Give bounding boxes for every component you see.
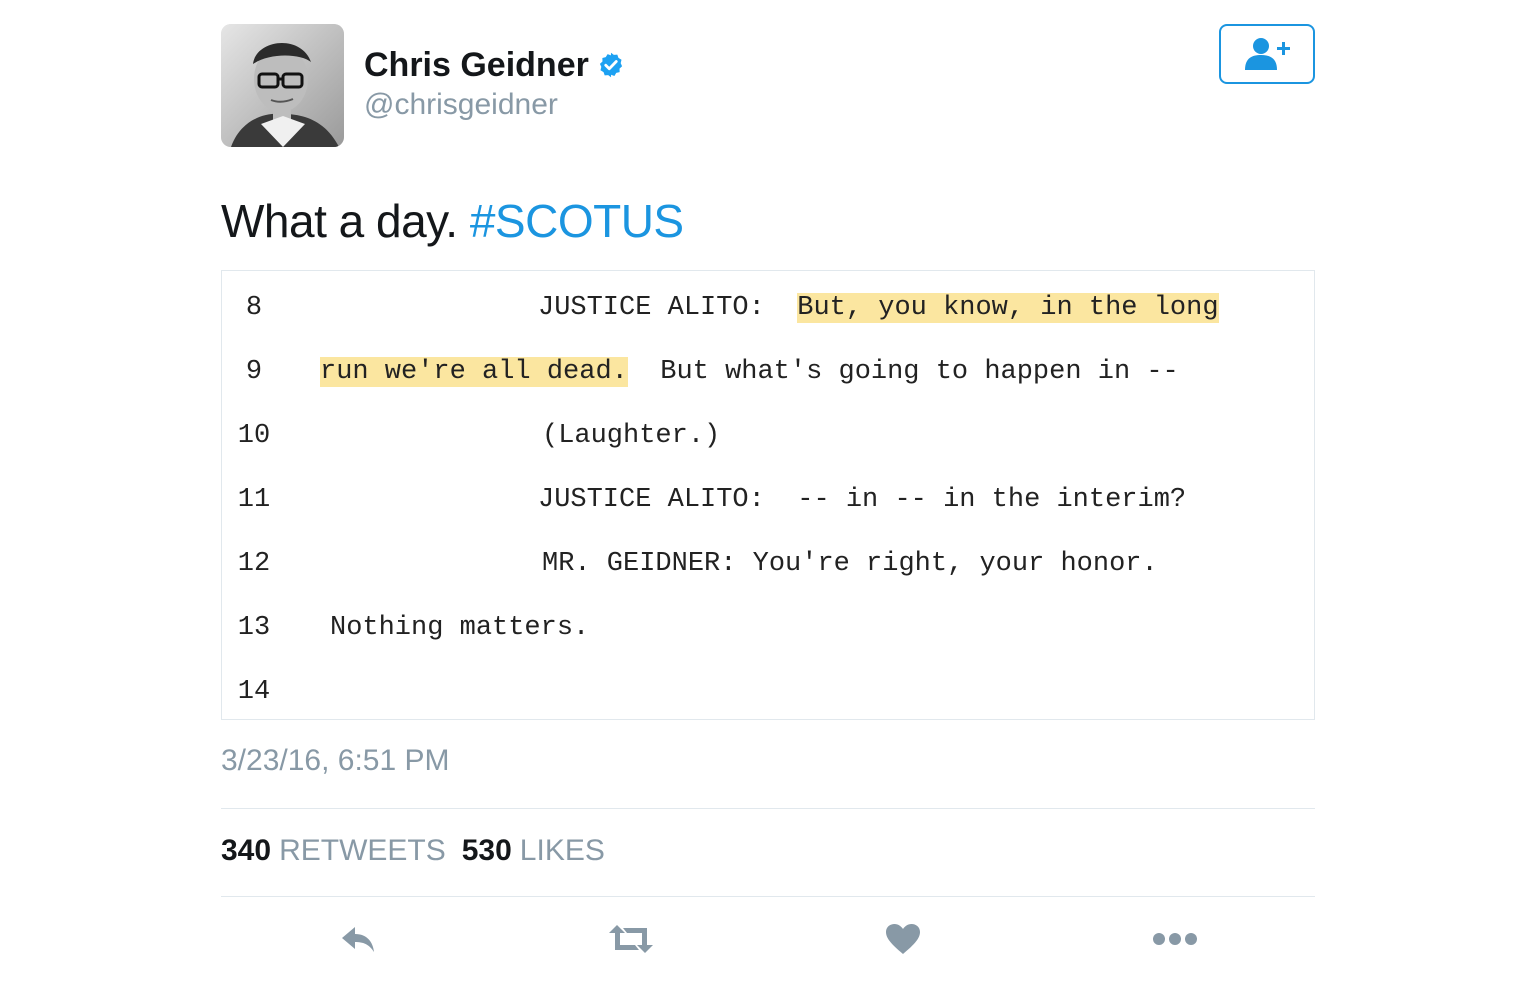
display-name-row[interactable]: Chris Geidner bbox=[364, 44, 625, 86]
line-text-part: Nothing matters. bbox=[330, 613, 590, 643]
more-button[interactable] bbox=[1145, 914, 1205, 964]
transcript-line: 12 MR. GEIDNER: You're right, your honor. bbox=[222, 533, 1314, 597]
transcript-line: 14 bbox=[222, 661, 1314, 719]
line-text-part: JUSTICE ALITO: bbox=[538, 293, 798, 323]
heart-icon bbox=[886, 924, 920, 954]
divider bbox=[221, 808, 1315, 809]
line-text-part: But what's going to happen in -- bbox=[627, 357, 1179, 387]
tweet-timestamp[interactable]: 3/23/16, 6:51 PM bbox=[221, 744, 450, 778]
line-number: 12 bbox=[237, 549, 271, 579]
retweets-label: RETWEETS bbox=[279, 834, 446, 867]
line-number: 11 bbox=[237, 485, 271, 515]
tweet-body: What a day. bbox=[221, 195, 458, 247]
likes-label: LIKES bbox=[519, 834, 605, 867]
tweet-stats: 340 RETWEETS 530 LIKES bbox=[221, 834, 621, 868]
retweets-stat[interactable]: 340 RETWEETS bbox=[221, 834, 446, 868]
follow-user-icon bbox=[1245, 38, 1290, 70]
tweet-text: What a day. #SCOTUS bbox=[221, 194, 684, 248]
line-text: run we're all dead. But what's going to … bbox=[320, 357, 1179, 387]
line-text: JUSTICE ALITO: But, you know, in the lon… bbox=[538, 293, 1219, 323]
transcript-line: 11 JUSTICE ALITO: -- in -- in the interim… bbox=[222, 469, 1314, 533]
user-name-block: Chris Geidner @chrisgeidner bbox=[364, 44, 625, 122]
likes-stat[interactable]: 530 LIKES bbox=[462, 834, 605, 868]
line-text-part: JUSTICE ALITO: -- in -- in the interim? bbox=[538, 485, 1187, 515]
transcript-line: 9 run we're all dead. But what's going to… bbox=[222, 341, 1314, 405]
line-number: 13 bbox=[237, 613, 271, 643]
line-text-part: MR. GEIDNER: You're right, your honor. bbox=[542, 549, 1158, 579]
reply-icon bbox=[342, 927, 374, 952]
transcript-image[interactable]: 8 JUSTICE ALITO: But, you know, in the lo… bbox=[221, 270, 1315, 720]
line-number: 14 bbox=[237, 677, 271, 707]
transcript-line: 8 JUSTICE ALITO: But, you know, in the lo… bbox=[222, 277, 1314, 341]
reply-button[interactable] bbox=[329, 914, 389, 964]
line-number: 9 bbox=[245, 357, 263, 387]
transcript-line: 13 Nothing matters. bbox=[222, 597, 1314, 661]
line-number: 8 bbox=[245, 293, 263, 323]
line-text: (Laughter.) bbox=[542, 421, 720, 451]
retweet-icon bbox=[609, 925, 653, 953]
like-button[interactable] bbox=[873, 914, 933, 964]
user-photo-avatar-icon bbox=[221, 24, 344, 147]
avatar[interactable] bbox=[221, 24, 344, 147]
more-dots-icon bbox=[1153, 933, 1197, 945]
hashtag-link[interactable]: #SCOTUS bbox=[470, 195, 684, 247]
display-name[interactable]: Chris Geidner bbox=[364, 46, 589, 85]
line-text-part: (Laughter.) bbox=[542, 421, 721, 451]
follow-button[interactable] bbox=[1219, 24, 1315, 84]
highlighted-text: run we're all dead. bbox=[320, 357, 628, 387]
user-handle[interactable]: @chrisgeidner bbox=[364, 88, 625, 122]
likes-count: 530 bbox=[461, 834, 512, 867]
line-text: Nothing matters. bbox=[330, 613, 589, 643]
line-number: 10 bbox=[237, 421, 271, 451]
retweets-count: 340 bbox=[221, 834, 272, 867]
tweet-actions bbox=[221, 914, 1315, 964]
transcript-line: 10 (Laughter.) bbox=[222, 405, 1314, 469]
tweet-card: Chris Geidner @chrisgeidner What a day. … bbox=[221, 24, 1315, 954]
verified-badge-icon bbox=[599, 52, 622, 78]
line-text: JUSTICE ALITO: -- in -- in the interim? bbox=[538, 485, 1186, 515]
highlighted-text: But, you know, in the long bbox=[797, 293, 1219, 323]
line-text: MR. GEIDNER: You're right, your honor. bbox=[542, 549, 1158, 579]
tweet-header: Chris Geidner @chrisgeidner bbox=[221, 24, 1315, 148]
retweet-button[interactable] bbox=[601, 914, 661, 964]
divider bbox=[221, 896, 1315, 897]
